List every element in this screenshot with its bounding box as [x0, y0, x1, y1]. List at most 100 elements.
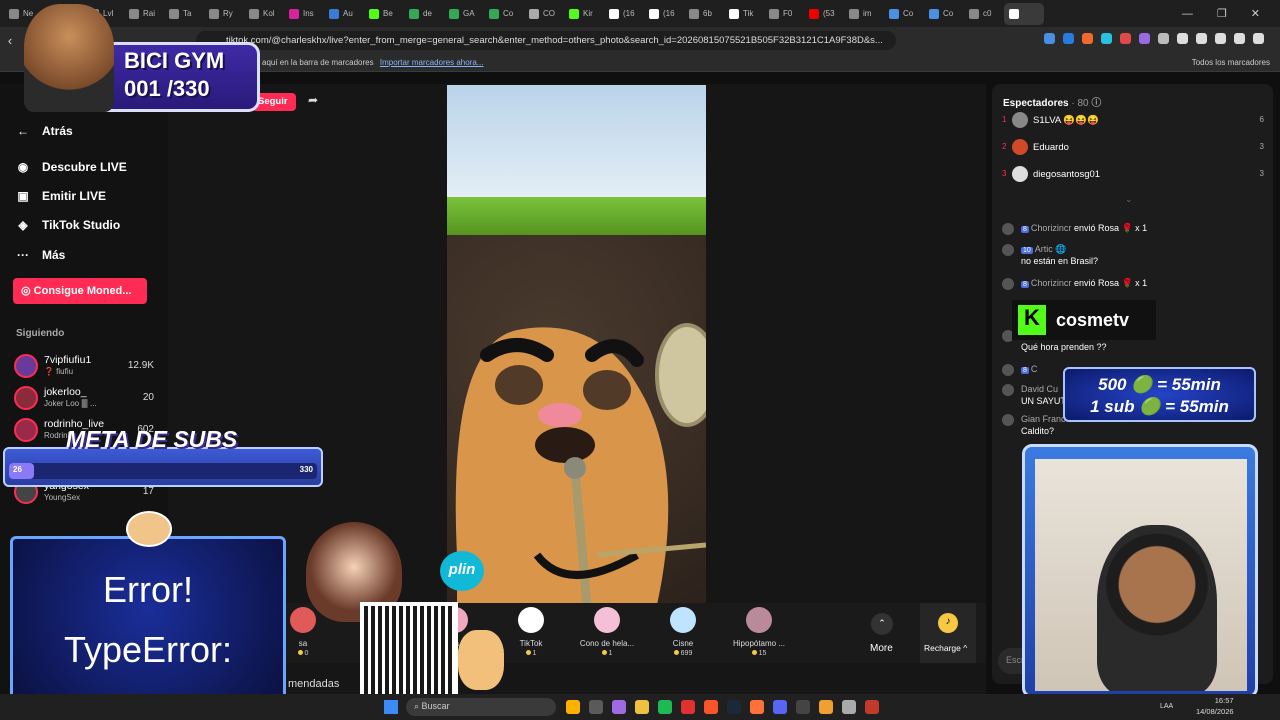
extension-icon[interactable]	[1063, 33, 1074, 44]
browser-tab[interactable]: im	[844, 3, 884, 25]
taskbar-app-icon[interactable]	[727, 700, 741, 714]
windows-start-icon[interactable]	[384, 700, 398, 714]
menu-icon[interactable]	[1253, 33, 1264, 44]
taskbar-app-icon[interactable]	[796, 700, 810, 714]
error-heading: Error!	[103, 569, 193, 610]
browser-tab[interactable]: Kir	[564, 3, 604, 25]
kick-cosmetv-badge: K cosmetv	[1012, 300, 1156, 340]
taskbar-app-icon[interactable]	[704, 700, 718, 714]
import-bookmarks-link[interactable]: Importar marcadores ahora...	[380, 58, 484, 67]
extension-icon[interactable]	[1044, 33, 1055, 44]
browser-tab[interactable]: Ta	[164, 3, 204, 25]
browser-tab[interactable]: GA	[444, 3, 484, 25]
top-viewer-row[interactable]: 3 diegosantosg01 3	[1002, 166, 1264, 184]
clock[interactable]: 16:57 14/08/2026	[1196, 696, 1234, 717]
extension-icon[interactable]	[1082, 33, 1093, 44]
browser-tab[interactable]: Co	[884, 3, 924, 25]
sidebar-item-descubre-live[interactable]: ◉ Descubre LIVE	[16, 160, 127, 174]
top-viewer-row[interactable]: 1 S1LVA 😝😝😝 6	[1002, 112, 1264, 130]
browser-tab[interactable]: CO	[524, 3, 564, 25]
language-indicator[interactable]: LAA	[1160, 703, 1173, 710]
avatar	[14, 386, 38, 410]
browser-tab[interactable]: Kol	[244, 3, 284, 25]
taskbar-app-icon[interactable]	[612, 700, 626, 714]
browser-tab[interactable]: de	[404, 3, 444, 25]
browser-tab[interactable]: Au	[324, 3, 364, 25]
sidebar-item-emitir-live[interactable]: ▣ Emitir LIVE	[16, 189, 106, 203]
taskbar-app-icon[interactable]	[773, 700, 787, 714]
coin-icon	[525, 650, 531, 655]
following-heading: Siguiendo	[16, 328, 65, 339]
avatar	[1002, 384, 1014, 396]
browser-tab[interactable]: Tik	[724, 3, 764, 25]
browser-tab[interactable]: (16	[644, 3, 684, 25]
gift-item[interactable]: Cisne 699	[644, 607, 722, 657]
browser-tab[interactable]: Ins	[284, 3, 324, 25]
minimize-button[interactable]: —	[1182, 8, 1193, 20]
bici-gym-counter: 001 /330	[124, 76, 210, 101]
live-video[interactable]	[447, 85, 706, 605]
browser-tab[interactable]: F0	[764, 3, 804, 25]
browser-tab[interactable]: Co	[484, 3, 524, 25]
recharge-button[interactable]: ♪ Recharge ^	[920, 603, 976, 663]
bookmarks-hint: aquí en la barra de marcadores	[262, 58, 374, 67]
all-bookmarks-button[interactable]: Todos los marcadores	[1192, 58, 1270, 67]
browser-tab[interactable]: Rai	[124, 3, 164, 25]
gift-bar: ⌃ More ♪ Recharge ^ sa0Eres iragancia de…	[168, 603, 986, 663]
browser-tab[interactable]: c0	[964, 3, 1004, 25]
following-item[interactable]: jokerloo_ Joker Loo 🀫 ... 20	[14, 384, 154, 414]
taskbar-app-icon[interactable]	[566, 700, 580, 714]
taskbar-search[interactable]: ⌕ Buscar	[406, 698, 556, 716]
tab-favicon-icon	[649, 8, 659, 19]
gift-item[interactable]: Cono de hela... 1	[568, 607, 646, 657]
avatar	[14, 354, 38, 378]
taskbar-app-icon[interactable]	[635, 700, 649, 714]
taskbar-app-icon[interactable]	[819, 700, 833, 714]
browser-tab[interactable]: Co	[924, 3, 964, 25]
live-discover-icon: ◉	[17, 160, 29, 174]
download-icon[interactable]	[1196, 33, 1207, 44]
info-icon[interactable]: ⓘ	[1091, 98, 1101, 109]
close-window-button[interactable]: ✕	[1251, 7, 1260, 20]
sidebar-item-mas[interactable]: ··· Más	[16, 248, 65, 262]
extension-icon[interactable]	[1139, 33, 1150, 44]
taskbar-app-icon[interactable]	[681, 700, 695, 714]
top-viewer-row[interactable]: 2 Eduardo 3	[1002, 139, 1264, 157]
taskbar-app-icon[interactable]	[589, 700, 603, 714]
taskbar-app-icon[interactable]	[842, 700, 856, 714]
back-button[interactable]: ← Atrás	[16, 124, 73, 138]
gift-icon	[594, 607, 620, 633]
browser-tab[interactable]: 6b	[684, 3, 724, 25]
following-item[interactable]: 7vipfiufiu1 ❓ fiufiu 12.9K	[14, 352, 154, 382]
share-arrow-icon[interactable]: ➦	[308, 93, 318, 107]
back-arrow-icon[interactable]: ‹	[0, 33, 20, 48]
puzzle-icon[interactable]	[1158, 33, 1169, 44]
browser-tab[interactable]: (16	[604, 3, 644, 25]
coin-icon	[751, 650, 757, 655]
gift-item[interactable]: Hipopótamo ... 15	[720, 607, 798, 657]
ai-sparkle-icon[interactable]	[1215, 33, 1226, 44]
browser-tab[interactable]	[1004, 2, 1044, 25]
extension-icon[interactable]	[1101, 33, 1112, 44]
taskbar-app-icon[interactable]	[658, 700, 672, 714]
tab-favicon-icon	[369, 8, 379, 19]
shield-icon[interactable]	[1234, 33, 1245, 44]
tab-favicon-icon	[889, 8, 899, 19]
avatar	[1012, 166, 1028, 182]
plin-logo: plin	[440, 551, 484, 591]
maximize-button[interactable]: ❐	[1217, 7, 1227, 20]
more-gifts-button[interactable]: More	[870, 643, 893, 654]
taskbar-app-icon[interactable]	[750, 700, 764, 714]
taskbar-app-icon[interactable]	[865, 700, 879, 714]
sidebar-item-tiktok-studio[interactable]: ◈ TikTok Studio	[16, 218, 120, 232]
sidebar-icon[interactable]	[1177, 33, 1188, 44]
chevron-down-icon[interactable]: ⌄	[1125, 194, 1133, 205]
extension-icon[interactable]	[1120, 33, 1131, 44]
chevron-up-icon[interactable]: ⌃	[871, 613, 893, 635]
browser-tab[interactable]: (53	[804, 3, 844, 25]
browser-tab[interactable]: Be	[364, 3, 404, 25]
webcam-feed	[1035, 459, 1247, 691]
url-field[interactable]: tiktok.com/@charleskhx/live?enter_from_m…	[196, 31, 896, 50]
browser-tab[interactable]: Ry	[204, 3, 244, 25]
get-coins-button[interactable]: ◎ Consigue Moned...	[13, 278, 147, 304]
